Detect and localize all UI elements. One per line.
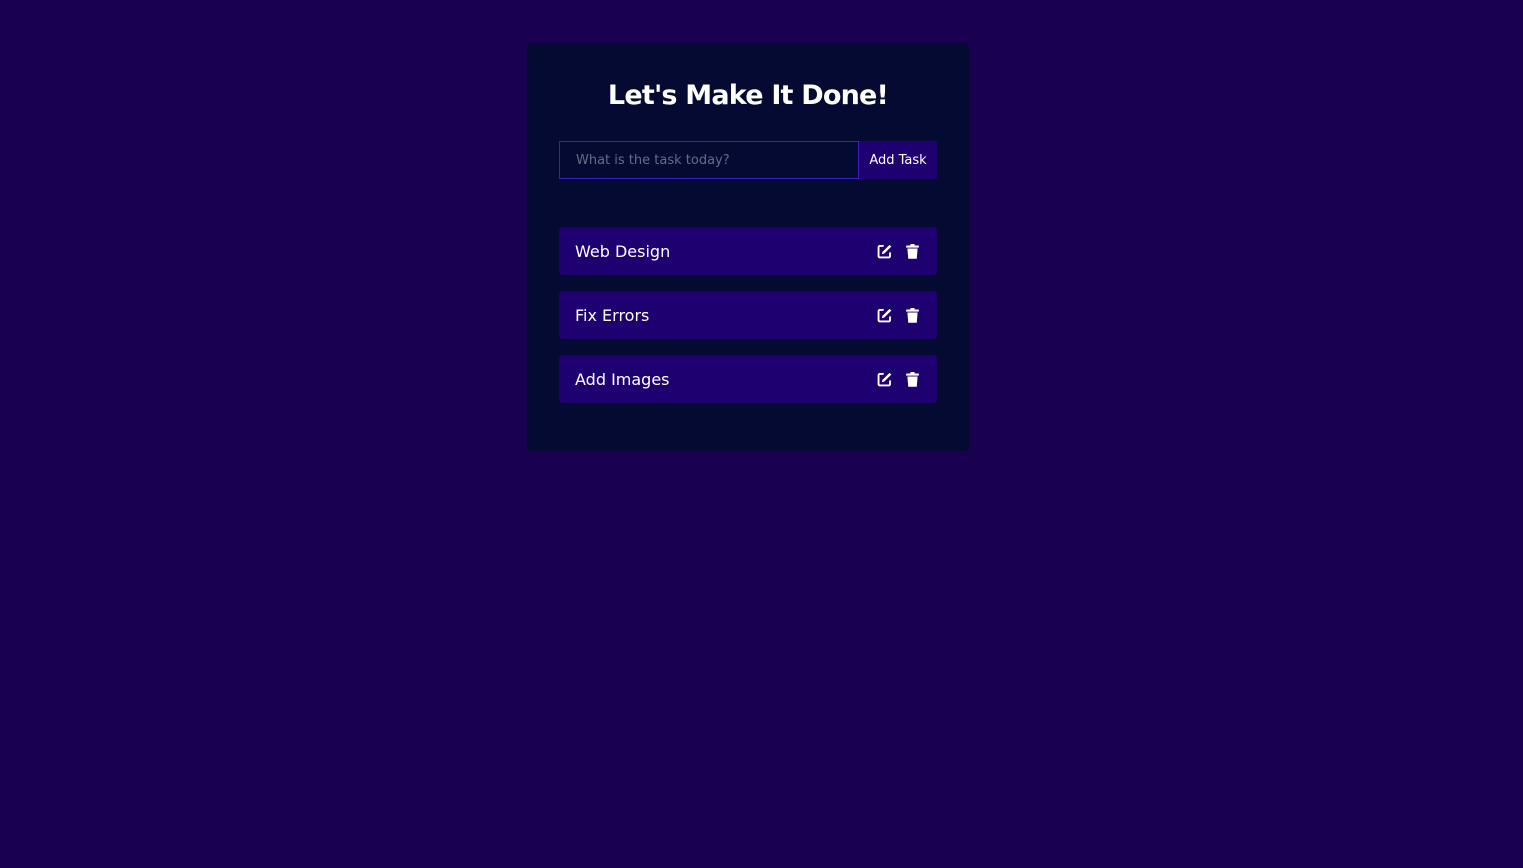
task-item: Add Images: [559, 355, 937, 403]
edit-icon[interactable]: [876, 371, 893, 388]
add-task-button[interactable]: Add Task: [859, 141, 937, 179]
trash-icon[interactable]: [904, 307, 921, 324]
edit-icon[interactable]: [876, 307, 893, 324]
task-actions: [876, 243, 921, 260]
task-form: Add Task: [559, 141, 937, 179]
task-input[interactable]: [559, 141, 859, 179]
trash-icon[interactable]: [904, 243, 921, 260]
trash-icon[interactable]: [904, 371, 921, 388]
task-list: Web Design Fix Errors Add Images: [559, 227, 937, 403]
task-actions: [876, 307, 921, 324]
page-title: Let's Make It Done!: [607, 80, 889, 111]
task-label[interactable]: Fix Errors: [575, 306, 649, 325]
edit-icon[interactable]: [876, 243, 893, 260]
task-item: Fix Errors: [559, 291, 937, 339]
task-actions: [876, 371, 921, 388]
task-label[interactable]: Web Design: [575, 242, 670, 261]
task-item: Web Design: [559, 227, 937, 275]
task-label[interactable]: Add Images: [575, 370, 670, 389]
todo-card: Let's Make It Done! Add Task Web Design …: [527, 43, 969, 451]
